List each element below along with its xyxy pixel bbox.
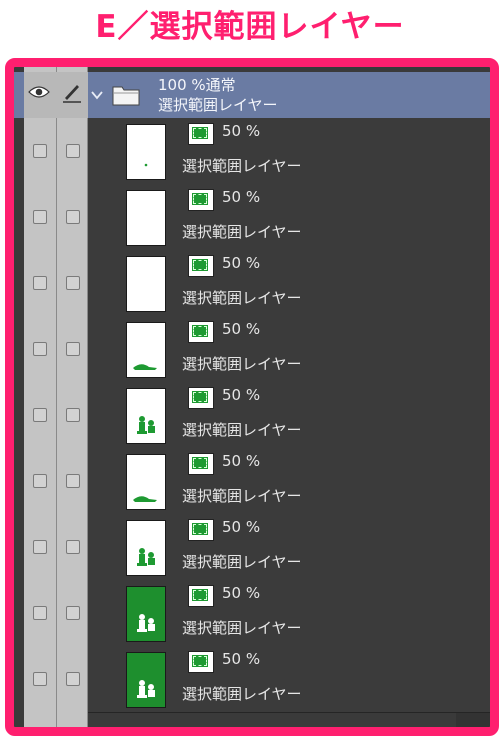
layer-opacity: 50 % (222, 254, 261, 272)
layer-name: 選択範囲レイヤー (182, 685, 302, 703)
visibility-checkbox[interactable] (33, 276, 47, 290)
layer-row[interactable]: 50 % 選択範囲レイヤー (14, 118, 490, 185)
layer-row[interactable]: 50 % 選択範囲レイヤー (14, 316, 490, 383)
selection-mask-icon (188, 387, 214, 409)
layer-opacity: 50 % (222, 320, 261, 338)
layer-row[interactable]: 50 % 選択範囲レイヤー (14, 646, 490, 713)
layer-opacity: 50 % (222, 122, 261, 140)
lock-checkbox[interactable] (66, 144, 80, 158)
layer-content[interactable]: 50 % 選択範囲レイヤー (88, 118, 490, 185)
layer-opacity: 50 % (222, 584, 261, 602)
layer-panel-frame: 100 %通常 選択範囲レイヤー 50 % 選択範囲レイヤー 50 % 選択範囲レイヤ… (5, 58, 499, 736)
eye-icon[interactable] (28, 85, 50, 99)
layer-row[interactable]: 50 % 選択範囲レイヤー (14, 184, 490, 251)
layer-content[interactable]: 50 % 選択範囲レイヤー (88, 580, 490, 647)
layer-name: 選択範囲レイヤー (182, 421, 302, 439)
folder-icon (112, 86, 140, 106)
lock-checkbox[interactable] (66, 408, 80, 422)
layer-name: 選択範囲レイヤー (182, 289, 302, 307)
lock-checkbox[interactable] (66, 276, 80, 290)
selection-mask-icon (188, 585, 214, 607)
layer-row[interactable]: 50 % 選択範囲レイヤー (14, 514, 490, 581)
layer-content[interactable]: 50 % 選択範囲レイヤー (88, 514, 490, 581)
selection-mask-icon (188, 651, 214, 673)
layer-thumbnail (126, 190, 166, 246)
layer-content[interactable]: 50 % 選択範囲レイヤー (88, 184, 490, 251)
selection-mask-icon (188, 255, 214, 277)
layer-thumbnail (126, 520, 166, 576)
layer-name: 選択範囲レイヤー (182, 355, 302, 373)
folder-name: 選択範囲レイヤー (158, 96, 278, 114)
selection-mask-icon (188, 189, 214, 211)
layer-thumbnail (126, 454, 166, 510)
layer-content[interactable]: 50 % 選択範囲レイヤー (88, 646, 490, 713)
layer-row[interactable]: 50 % 選択範囲レイヤー (14, 580, 490, 647)
visibility-checkbox[interactable] (33, 606, 47, 620)
chevron-down-icon[interactable] (91, 90, 103, 100)
layer-row[interactable]: 50 % 選択範囲レイヤー (14, 250, 490, 317)
layer-thumbnail (126, 322, 166, 378)
layer-name: 選択範囲レイヤー (182, 619, 302, 637)
layer-opacity: 50 % (222, 452, 261, 470)
layer-thumbnail (126, 124, 166, 180)
layer-content[interactable]: 50 % 選択範囲レイヤー (88, 316, 490, 383)
lock-checkbox[interactable] (66, 606, 80, 620)
layer-thumbnail (126, 652, 166, 708)
selection-mask-icon (188, 453, 214, 475)
lock-checkbox[interactable] (66, 540, 80, 554)
selection-mask-icon (188, 123, 214, 145)
layer-content[interactable]: 50 % 選択範囲レイヤー (88, 382, 490, 449)
layer-name: 選択範囲レイヤー (182, 487, 302, 505)
lock-checkbox[interactable] (66, 342, 80, 356)
visibility-checkbox[interactable] (33, 210, 47, 224)
layer-panel: 100 %通常 選択範囲レイヤー 50 % 選択範囲レイヤー 50 % 選択範囲レイヤ… (14, 67, 490, 727)
visibility-checkbox[interactable] (33, 474, 47, 488)
layer-thumbnail (126, 256, 166, 312)
layer-name: 選択範囲レイヤー (182, 223, 302, 241)
visibility-checkbox[interactable] (33, 408, 47, 422)
layer-row[interactable]: 50 % 選択範囲レイヤー (14, 382, 490, 449)
layer-content[interactable]: 50 % 選択範囲レイヤー (88, 250, 490, 317)
lock-checkbox[interactable] (66, 672, 80, 686)
layer-thumbnail (126, 388, 166, 444)
layer-thumbnail (126, 586, 166, 642)
visibility-checkbox[interactable] (33, 144, 47, 158)
selection-mask-icon (188, 519, 214, 541)
layer-opacity: 50 % (222, 386, 261, 404)
page-title: E／選択範囲レイヤー (95, 9, 405, 45)
visibility-checkbox[interactable] (33, 672, 47, 686)
layer-content[interactable]: 50 % 選択範囲レイヤー (88, 448, 490, 515)
lock-checkbox[interactable] (66, 474, 80, 488)
folder-layer-row[interactable]: 100 %通常 選択範囲レイヤー (14, 72, 490, 118)
layer-opacity: 50 % (222, 518, 261, 536)
folder-blend-mode: 100 %通常 (158, 76, 236, 94)
visibility-checkbox[interactable] (33, 540, 47, 554)
layer-name: 選択範囲レイヤー (182, 553, 302, 571)
visibility-checkbox[interactable] (33, 342, 47, 356)
lock-checkbox[interactable] (66, 210, 80, 224)
layer-opacity: 50 % (222, 188, 261, 206)
selection-mask-icon (188, 321, 214, 343)
layer-name: 選択範囲レイヤー (182, 157, 302, 175)
layer-row[interactable]: 50 % 選択範囲レイヤー (14, 448, 490, 515)
layer-opacity: 50 % (222, 650, 261, 668)
pen-icon[interactable] (61, 81, 83, 103)
